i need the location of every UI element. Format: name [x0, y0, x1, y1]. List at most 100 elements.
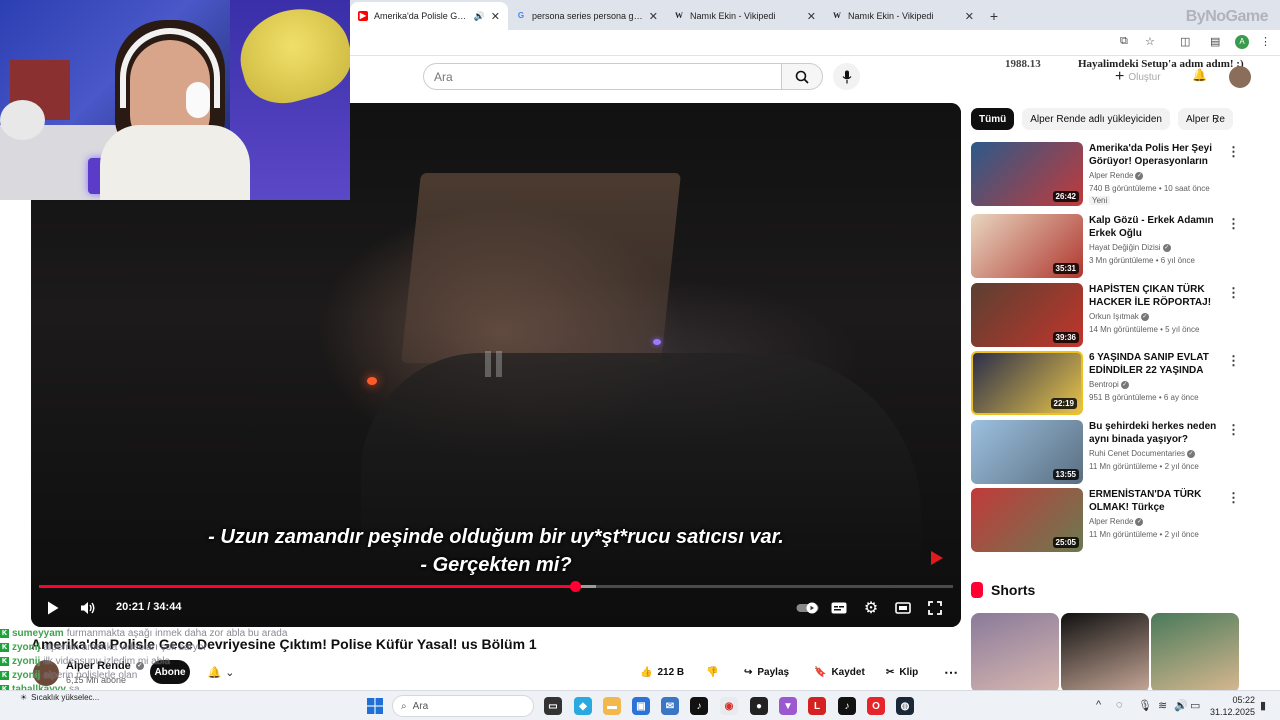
menu-dots-icon[interactable]: ⋮: [1260, 35, 1271, 48]
taskbar-search[interactable]: ⌕ Ara: [392, 695, 534, 717]
close-tab-icon[interactable]: ✕: [965, 10, 974, 23]
recommendation-title[interactable]: Bu şehirdeki herkes neden aynı binada ya…: [1089, 420, 1219, 446]
short-thumbnail[interactable]: [971, 613, 1059, 693]
battery-icon[interactable]: ▭: [1190, 699, 1200, 712]
shorts-icon: [971, 582, 983, 598]
chip-from-uploader[interactable]: Alper Rende adlı yükleyiciden: [1022, 108, 1170, 130]
more-vert-icon[interactable]: ⋮: [1227, 285, 1240, 301]
notifications-tray-icon[interactable]: ▮: [1260, 699, 1266, 712]
voice-search-button[interactable]: [833, 63, 860, 90]
more-vert-icon[interactable]: ⋮: [1227, 216, 1240, 232]
subtitles-button[interactable]: [829, 595, 849, 621]
recommendation-item[interactable]: 35:31 Kalp Gözü - Erkek Adamın Erkek Oğl…: [971, 214, 1241, 278]
recommendation-thumbnail[interactable]: 22:19: [971, 351, 1083, 415]
opera-icon[interactable]: O: [867, 697, 885, 715]
create-button[interactable]: + Oluştur: [1115, 66, 1175, 88]
pause-indicator-icon: [485, 351, 502, 377]
theater-mode-button[interactable]: [893, 595, 913, 621]
tiktok-live-icon[interactable]: ♪: [838, 697, 856, 715]
sidepanel-icon[interactable]: ▤: [1210, 35, 1220, 48]
clock[interactable]: 05:22 31.12.2025: [1205, 694, 1255, 718]
tab-youtube-video[interactable]: ▶ Amerika'da Polisle Gece Devriyesine Çı…: [350, 2, 508, 30]
tiktok-icon[interactable]: ♪: [690, 697, 708, 715]
short-thumbnail[interactable]: [1061, 613, 1149, 693]
recommendation-thumbnail[interactable]: 35:31: [971, 214, 1083, 278]
store-icon[interactable]: ▣: [632, 697, 650, 715]
file-explorer-icon[interactable]: ▬: [603, 697, 621, 715]
obs-icon[interactable]: ●: [750, 697, 768, 715]
extensions-icon[interactable]: ◫: [1180, 35, 1190, 48]
search-button[interactable]: [781, 63, 823, 90]
recommendation-thumbnail[interactable]: 25:05: [971, 488, 1083, 552]
close-tab-icon[interactable]: ✕: [807, 10, 816, 23]
new-tab-button[interactable]: +: [982, 2, 1006, 30]
play-button[interactable]: [43, 595, 63, 621]
dislike-button[interactable]: 👎: [698, 660, 726, 684]
clip-button[interactable]: ✂ Klip: [878, 660, 926, 684]
steam-icon[interactable]: ◍: [896, 697, 914, 715]
chat-text: furmanmakta aşağı inmek daha zor abla bu…: [66, 627, 288, 639]
wifi-icon[interactable]: ≋: [1158, 699, 1167, 712]
recommendation-item[interactable]: 22:19 6 YAŞINDA SANIP EVLAT EDİNDİLER 22…: [971, 351, 1241, 415]
mail-icon[interactable]: ✉: [661, 697, 679, 715]
task-view-icon[interactable]: ▭: [544, 697, 562, 715]
cast-icon[interactable]: ⧉: [1120, 35, 1128, 48]
volume-button[interactable]: [77, 595, 99, 621]
video-duration: 22:19: [1050, 398, 1077, 409]
short-thumbnail[interactable]: [1151, 613, 1239, 693]
autoplay-toggle[interactable]: [795, 595, 821, 621]
recommendation-title[interactable]: 6 YAŞINDA SANIP EVLAT EDİNDİLER 22 YAŞIN…: [1089, 351, 1219, 377]
progress-scrubber[interactable]: [569, 581, 581, 592]
more-vert-icon[interactable]: ⋮: [1227, 144, 1240, 160]
profile-avatar[interactable]: A: [1235, 35, 1249, 49]
fullscreen-button[interactable]: [925, 595, 945, 621]
recommendation-title[interactable]: ERMENİSTAN'DA TÜRK OLMAK! Türkçe konuştu…: [1089, 488, 1219, 514]
app-l-icon[interactable]: L: [808, 697, 826, 715]
more-vert-icon[interactable]: ⋮: [1227, 353, 1240, 369]
close-tab-icon[interactable]: ✕: [491, 10, 500, 23]
recommendation-title[interactable]: Kalp Gözü - Erkek Adamın Erkek Oğlu: [1089, 214, 1219, 240]
verified-icon: ✓: [1187, 449, 1196, 458]
recommendation-thumbnail[interactable]: 26:42: [971, 142, 1083, 206]
chat-text: ilk videosunu izledim mi abla: [43, 655, 171, 667]
share-button[interactable]: ↪ Paylaş: [736, 660, 797, 684]
more-vert-icon[interactable]: ⋮: [1227, 422, 1240, 438]
recommendation-thumbnail[interactable]: 13:55: [971, 420, 1083, 484]
volume-tray-icon[interactable]: 🔊: [1174, 699, 1188, 712]
tab-wikipedia-1[interactable]: W Namık Ekin - Vikipedi ✕: [666, 2, 824, 30]
chip-related[interactable]: Alper Re: [1177, 108, 1233, 130]
tray-chevron-up-icon[interactable]: ^: [1096, 699, 1101, 711]
copilot-icon[interactable]: ◆: [574, 697, 592, 715]
save-button[interactable]: 🔖 Kaydet: [806, 660, 873, 684]
recommendation-thumbnail[interactable]: 39:36: [971, 283, 1083, 347]
chip-all[interactable]: Tümü: [971, 108, 1015, 130]
tab-google-search[interactable]: G persona series persona game p ✕: [508, 2, 666, 30]
more-vert-icon[interactable]: ⋮: [1227, 490, 1240, 506]
like-button[interactable]: 👍 212 B: [632, 660, 692, 684]
verified-icon: ✓: [1162, 243, 1171, 252]
recommendation-item[interactable]: 25:05 ERMENİSTAN'DA TÜRK OLMAK! Türkçe k…: [971, 488, 1241, 552]
vpn-icon[interactable]: ▼: [779, 697, 797, 715]
close-tab-icon[interactable]: ✕: [649, 10, 658, 23]
chrome-icon[interactable]: ◉: [720, 697, 738, 715]
chevron-right-icon[interactable]: ›: [1214, 111, 1219, 127]
recommendation-item[interactable]: 13:55 Bu şehirdeki herkes neden aynı bin…: [971, 420, 1241, 484]
tray-app-icon[interactable]: ◌: [1116, 699, 1123, 711]
recommendation-title[interactable]: Amerika'da Polis Her Şeyi Görüyor! Opera…: [1089, 142, 1219, 168]
recommendation-item[interactable]: 39:36 HAPİSTEN ÇIKAN TÜRK HACKER İLE RÖP…: [971, 283, 1241, 347]
weather-widget[interactable]: ☀ Sıcaklık yükselec...: [20, 693, 99, 702]
settings-button[interactable]: ⚙: [861, 595, 881, 621]
channel-text: Alper Rende: [1089, 517, 1134, 526]
notifications-icon[interactable]: 🔔: [1192, 68, 1207, 82]
windows-start-icon[interactable]: [366, 697, 384, 715]
microphone-tray-icon[interactable]: 🎙: [1138, 699, 1152, 712]
progress-bar[interactable]: [39, 581, 953, 592]
account-avatar[interactable]: [1229, 66, 1251, 88]
search-input[interactable]: Ara: [423, 63, 781, 90]
recommendation-title[interactable]: HAPİSTEN ÇIKAN TÜRK HACKER İLE RÖPORTAJ!: [1089, 283, 1219, 309]
speaker-icon[interactable]: 🔊: [474, 11, 485, 22]
tab-wikipedia-2[interactable]: W Namık Ekin - Vikipedi ✕: [824, 2, 982, 30]
bookmark-star-icon[interactable]: ☆: [1145, 35, 1155, 48]
more-actions-button[interactable]: ⋯: [936, 660, 966, 684]
recommendation-item[interactable]: 26:42 Amerika'da Polis Her Şeyi Görüyor!…: [971, 142, 1241, 206]
